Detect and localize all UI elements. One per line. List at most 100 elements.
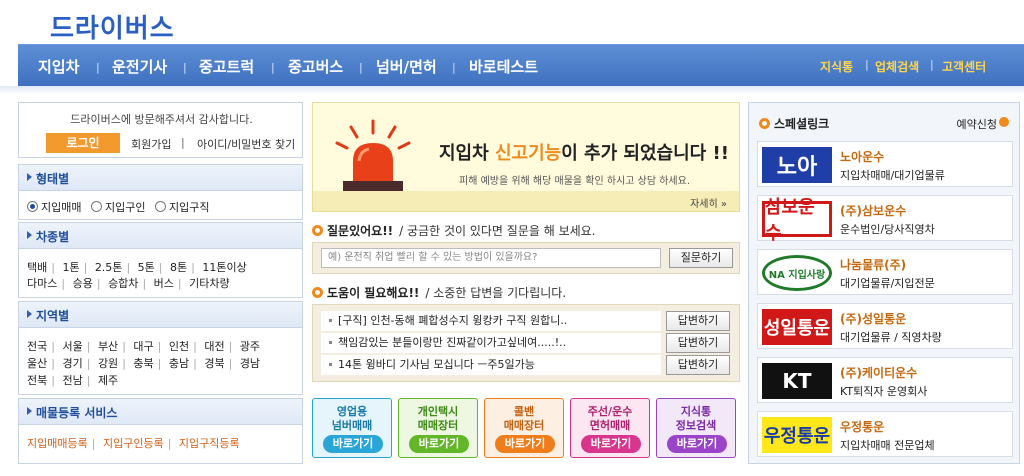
radio-label: 지입매매 <box>41 201 82 214</box>
arrow-icon <box>27 310 32 318</box>
nav-separator: | <box>359 61 363 74</box>
special-card[interactable]: 성일통운 (주)성일통운 대기업물류 / 직영차량 <box>757 303 1013 349</box>
region-link[interactable]: 대전 <box>204 340 224 353</box>
region-link[interactable]: 부산 <box>98 340 118 353</box>
register-sale-link[interactable]: 지입매매등록 <box>27 437 88 450</box>
size-link[interactable]: 다마스 <box>27 277 57 290</box>
region-link[interactable]: 충북 <box>133 357 153 370</box>
region-link[interactable]: 서울 <box>62 340 82 353</box>
special-card[interactable]: NA 지입사랑 나눔물류(주) 대기업물류/지입전문 <box>757 249 1013 295</box>
region-link[interactable]: 경남 <box>240 357 260 370</box>
ask-button[interactable]: 질문하기 <box>669 248 733 268</box>
nav-link-company-search[interactable]: 업체검색 <box>875 58 919 75</box>
region-link[interactable]: 강원 <box>98 357 118 370</box>
region-link[interactable]: 전국 <box>27 340 47 353</box>
arrow-circle-icon[interactable] <box>999 117 1009 127</box>
special-card[interactable]: KT (주)케이티운수 KT퇴직자 운영회사 <box>757 357 1013 403</box>
register-hire-link[interactable]: 지입구인등록 <box>103 437 164 450</box>
tile-line-2: 면허매매 <box>589 419 631 432</box>
radio-jiip-sale[interactable] <box>27 201 38 212</box>
tile-knowledge-search[interactable]: 지식통 정보검색 바로가기 <box>656 398 736 458</box>
tile-go-button[interactable]: 바로가기 <box>667 435 727 453</box>
radio-jiip-hire[interactable] <box>90 201 102 212</box>
nav-item-jiip[interactable]: 지입차 <box>38 56 79 77</box>
register-seek-link[interactable]: 지입구직등록 <box>179 437 240 450</box>
tile-go-button[interactable]: 바로가기 <box>409 435 469 453</box>
help-item[interactable]: 책임감있는 분들이랑만 진짜같이가고싶네여.....!.. <box>321 333 661 353</box>
help-section-title: 도움이 필요해요!! / 소중한 답변을 기다립니다. <box>312 284 566 301</box>
question-input[interactable]: 예) 운전직 취업 빨리 할 수 있는 방법이 있을까요? <box>321 248 661 268</box>
region-link[interactable]: 광주 <box>240 340 260 353</box>
region-link[interactable]: 경북 <box>204 357 224 370</box>
answer-button[interactable]: 답변하기 <box>666 355 730 375</box>
help-item[interactable]: 14톤 윙바디 기사님 모십니다 ㅡ주5일가능 <box>321 355 661 375</box>
type-panel-header: 형태별 <box>19 165 302 191</box>
special-card[interactable]: 우정통운 우정통운 지입차매매 전문업체 <box>757 411 1013 457</box>
company-desc: 대기업물류/지입전문 <box>840 277 935 290</box>
reserve-link[interactable]: 예약신청 <box>957 116 997 132</box>
help-item[interactable]: [구직] 인천-동해 폐합성수지 윙캉카 구직 원합니.. <box>321 311 661 331</box>
register-panel: 매물등록 서비스 지입매매등록 | 지입구인등록 | 지입구직등록 <box>18 398 303 464</box>
region-link[interactable]: 대구 <box>133 340 153 353</box>
nav-item-number-license[interactable]: 넘버/면허 <box>376 56 437 77</box>
size-row-2: 다마스 | 승용 | 승합차 | 버스 | 기타차량 <box>27 277 230 290</box>
size-link[interactable]: 기타차량 <box>189 277 229 290</box>
tile-go-button[interactable]: 바로가기 <box>581 435 641 453</box>
region-panel-title: 지역별 <box>36 309 70 323</box>
size-link[interactable]: 8톤 <box>170 261 187 274</box>
tile-number-trade[interactable]: 영업용 넘버매매 바로가기 <box>312 398 392 458</box>
size-link[interactable]: 택배 <box>27 261 47 274</box>
banner-more-link[interactable]: 자세히 » <box>690 195 727 210</box>
size-link[interactable]: 5톤 <box>138 261 155 274</box>
company-desc: KT퇴직자 운영회사 <box>840 385 928 398</box>
tile-license-trade[interactable]: 주선/운수 면허매매 바로가기 <box>570 398 650 458</box>
region-link[interactable]: 울산 <box>27 357 47 370</box>
nav-separator: | <box>865 58 869 71</box>
tile-taxi-market[interactable]: 개인택시 매매장터 바로가기 <box>398 398 478 458</box>
region-link[interactable]: 충남 <box>169 357 189 370</box>
region-link[interactable]: 인천 <box>169 340 189 353</box>
nav-separator: | <box>930 58 934 71</box>
region-link[interactable]: 전북 <box>27 374 47 387</box>
special-links-panel: 스페셜링크 예약신청 노아 노아운수 지입차매매/대기업물류 삼보운수 (주)삼… <box>748 102 1020 464</box>
link-separator: | <box>181 136 185 149</box>
nav-link-customer-center[interactable]: 고객센터 <box>942 58 986 75</box>
nav-item-used-truck[interactable]: 중고트럭 <box>199 56 254 77</box>
nav-shadow <box>0 86 1024 94</box>
radio-jiip-seek[interactable] <box>154 201 166 212</box>
region-link[interactable]: 경기 <box>62 357 82 370</box>
login-button[interactable]: 로그인 <box>46 133 120 153</box>
size-link[interactable]: 승합차 <box>108 277 138 290</box>
size-panel-title: 차종별 <box>36 230 70 244</box>
special-card[interactable]: 삼보운수 (주)삼보운수 운수법인/당사직영차 <box>757 195 1013 244</box>
nav-link-knowledge[interactable]: 지식통 <box>820 58 853 75</box>
nav-item-used-bus[interactable]: 중고버스 <box>288 56 343 77</box>
nav-item-driver[interactable]: 운전기사 <box>112 56 167 77</box>
answer-button[interactable]: 답변하기 <box>666 311 730 331</box>
answer-button[interactable]: 답변하기 <box>666 333 730 353</box>
region-link[interactable]: 제주 <box>98 374 118 387</box>
special-card[interactable]: 노아 노아운수 지입차매매/대기업물류 <box>757 141 1013 187</box>
size-link[interactable]: 승용 <box>73 277 93 290</box>
size-link[interactable]: 11톤이상 <box>202 261 246 274</box>
company-name: 우정통운 <box>840 420 885 434</box>
region-link[interactable]: 전남 <box>62 374 82 387</box>
tile-go-button[interactable]: 바로가기 <box>495 435 555 453</box>
site-logo[interactable]: 드라이버스 <box>50 8 175 45</box>
size-link[interactable]: 2.5톤 <box>95 261 123 274</box>
join-link[interactable]: 회원가입 <box>131 136 171 152</box>
banner-subtext: 피해 예방을 위해 해당 매물을 확인 하시고 상담 하세요. <box>459 176 691 187</box>
tile-line-2: 넘버매매 <box>331 419 373 432</box>
nav-item-baro-test[interactable]: 바로테스트 <box>469 56 538 77</box>
tile-callvan-market[interactable]: 콜밴 매매장터 바로가기 <box>484 398 564 458</box>
size-link[interactable]: 버스 <box>154 277 174 290</box>
notice-banner[interactable]: 지입차 신고기능이 추가 되었습니다 !! 피해 예방을 위해 해당 매물을 확… <box>312 102 740 212</box>
nav-separator: | <box>183 61 187 74</box>
size-row-1: 택배 | 1톤 | 2.5톤 | 5톤 | 8톤 | 11톤이상 <box>27 261 247 274</box>
radio-label: 지입구인 <box>104 201 146 214</box>
find-account-link[interactable]: 아이디/비밀번호 찾기 <box>197 136 295 152</box>
tile-go-button[interactable]: 바로가기 <box>323 435 383 453</box>
question-section-title: 질문있어요!! / 궁금한 것이 있다면 질문을 해 보세요. <box>312 222 596 239</box>
size-link[interactable]: 1톤 <box>62 261 79 274</box>
banner-prefix: 지입차 <box>439 143 495 164</box>
